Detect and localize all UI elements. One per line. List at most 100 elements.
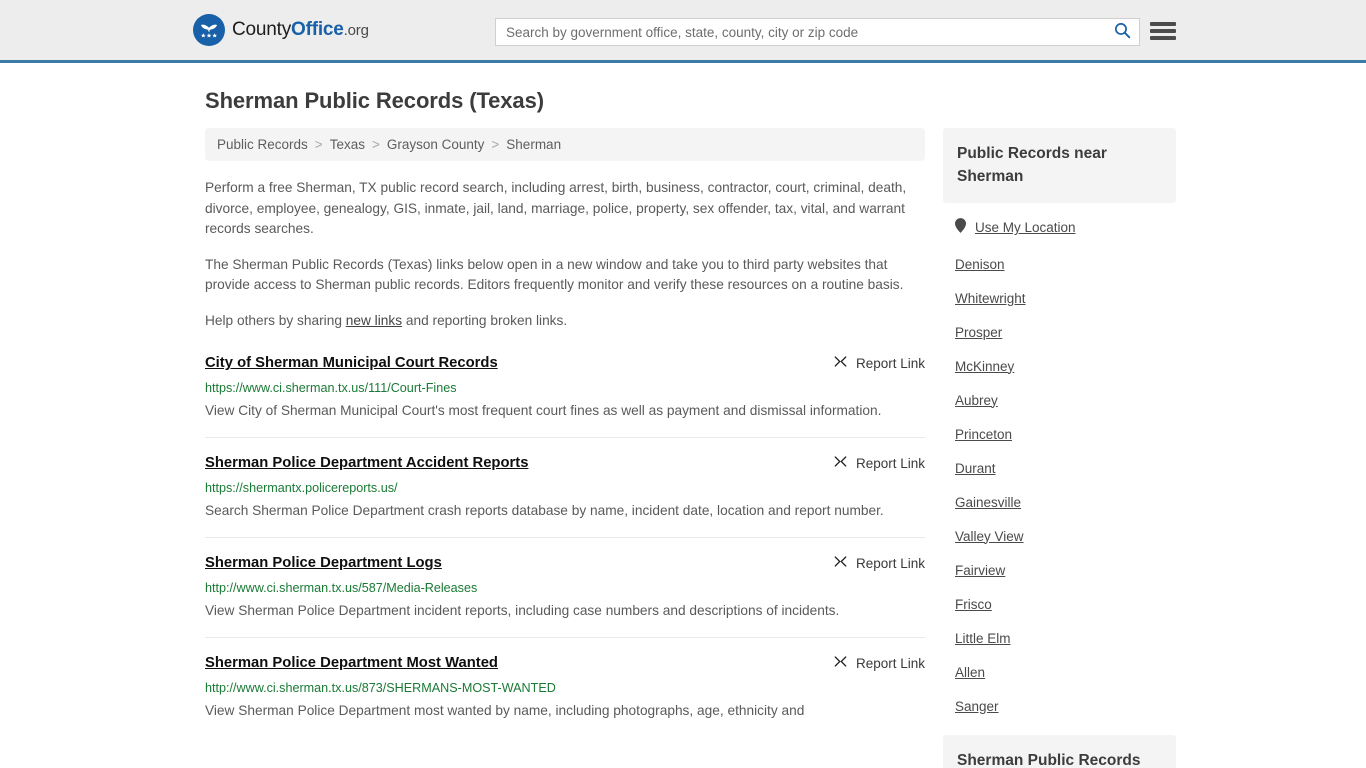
logo-text-org: .org <box>343 22 369 39</box>
sidebar-item-prosper[interactable]: Prosper <box>943 315 1176 349</box>
sidebar-link-label[interactable]: Durant <box>955 461 996 476</box>
result-title-link[interactable]: Sherman Police Department Accident Repor… <box>205 453 528 473</box>
hamburger-menu-icon[interactable] <box>1150 20 1176 42</box>
broken-link-icon <box>833 454 848 472</box>
sidebar-bottom-box-heading: Sherman Public Records <box>943 735 1176 768</box>
sidebar-item-durant[interactable]: Durant <box>943 451 1176 485</box>
report-link-label: Report Link <box>855 455 925 471</box>
page-title: Sherman Public Records (Texas) <box>205 88 544 113</box>
broken-link-icon <box>833 354 848 372</box>
sidebar-nearby-list: Use My Location Denison Whitewright Pros… <box>943 203 1176 723</box>
sidebar-item-princeton[interactable]: Princeton <box>943 417 1176 451</box>
sidebar-item-fairview[interactable]: Fairview <box>943 553 1176 587</box>
help-others-line: Help others by sharing new links and rep… <box>205 311 925 332</box>
result-description: Search Sherman Police Department crash r… <box>205 503 884 518</box>
search-input[interactable] <box>496 19 1105 45</box>
page-container: Sherman Public Records (Texas) Public Re… <box>0 88 1366 768</box>
help-suffix: and reporting broken links. <box>402 312 568 328</box>
result-url[interactable]: http://www.ci.sherman.tx.us/873/SHERMANS… <box>205 680 925 696</box>
map-pin-icon <box>955 217 966 238</box>
hamburger-bar <box>1150 22 1176 26</box>
sidebar-item-allen[interactable]: Allen <box>943 655 1176 689</box>
logo-text: CountyOffice.org <box>232 19 369 41</box>
result-description: View City of Sherman Municipal Court's m… <box>205 403 882 418</box>
sidebar-link-label[interactable]: Gainesville <box>955 495 1021 510</box>
sidebar-link-label[interactable]: Frisco <box>955 597 992 612</box>
result-item: Sherman Police Department Accident Repor… <box>205 453 925 538</box>
result-title-link[interactable]: City of Sherman Municipal Court Records <box>205 353 498 373</box>
search-bar[interactable] <box>495 18 1140 46</box>
report-link-button[interactable]: Report Link <box>833 353 925 372</box>
report-link-label: Report Link <box>855 555 925 571</box>
eagle-shield-icon <box>193 14 225 46</box>
result-url[interactable]: http://www.ci.sherman.tx.us/587/Media-Re… <box>205 580 925 596</box>
sidebar: Public Records near Sherman Use My Locat… <box>943 128 1176 768</box>
sidebar-item-denison[interactable]: Denison <box>943 247 1176 281</box>
report-link-button[interactable]: Report Link <box>833 453 925 472</box>
sidebar-link-label[interactable]: Use My Location <box>975 220 1076 235</box>
result-header: City of Sherman Municipal Court Records … <box>205 353 925 373</box>
new-links-link[interactable]: new links <box>346 313 402 328</box>
help-prefix: Help others by sharing <box>205 312 346 328</box>
result-url[interactable]: https://www.ci.sherman.tx.us/111/Court-F… <box>205 380 925 396</box>
logo-text-office: Office <box>291 19 344 40</box>
search-icon <box>1114 22 1131 42</box>
sidebar-item-aubrey[interactable]: Aubrey <box>943 383 1176 417</box>
result-item: Sherman Police Department Most Wanted Re… <box>205 653 925 737</box>
results-list: City of Sherman Municipal Court Records … <box>205 353 925 737</box>
report-link-button[interactable]: Report Link <box>833 653 925 672</box>
breadcrumb: Public Records > Texas > Grayson County … <box>205 128 925 161</box>
report-link-label: Report Link <box>855 355 925 371</box>
sidebar-link-label[interactable]: Whitewright <box>955 291 1026 306</box>
result-header: Sherman Police Department Most Wanted Re… <box>205 653 925 673</box>
sidebar-item-use-my-location[interactable]: Use My Location <box>943 208 1176 247</box>
broken-link-icon <box>833 554 848 572</box>
sidebar-item-sanger[interactable]: Sanger <box>943 689 1176 723</box>
sidebar-link-label[interactable]: McKinney <box>955 359 1014 374</box>
breadcrumb-separator: > <box>491 137 500 152</box>
result-header: Sherman Police Department Accident Repor… <box>205 453 925 473</box>
result-url[interactable]: https://shermantx.policereports.us/ <box>205 480 925 496</box>
sidebar-item-gainesville[interactable]: Gainesville <box>943 485 1176 519</box>
sidebar-item-whitewright[interactable]: Whitewright <box>943 281 1176 315</box>
result-item: City of Sherman Municipal Court Records … <box>205 353 925 438</box>
logo-text-county: County <box>232 19 292 40</box>
hamburger-bar <box>1150 29 1176 33</box>
search-button[interactable] <box>1105 19 1139 45</box>
sidebar-link-label[interactable]: Fairview <box>955 563 1005 578</box>
broken-link-icon <box>833 654 848 672</box>
result-item: Sherman Police Department Logs Report Li… <box>205 553 925 638</box>
breadcrumb-separator: > <box>371 137 380 152</box>
sidebar-item-valley-view[interactable]: Valley View <box>943 519 1176 553</box>
breadcrumb-item-sherman: Sherman <box>506 137 562 152</box>
sidebar-link-label[interactable]: Denison <box>955 257 1005 272</box>
report-link-label: Report Link <box>855 655 925 671</box>
site-header: CountyOffice.org <box>0 0 1366 63</box>
sidebar-heading: Public Records near Sherman <box>943 128 1176 203</box>
content-columns: Public Records > Texas > Grayson County … <box>205 128 1176 768</box>
sidebar-link-label[interactable]: Allen <box>955 665 985 680</box>
site-logo[interactable]: CountyOffice.org <box>193 14 369 46</box>
hamburger-bar <box>1150 36 1176 40</box>
intro-paragraph-1: Perform a free Sherman, TX public record… <box>205 180 907 236</box>
breadcrumb-item-grayson-county[interactable]: Grayson County <box>387 137 485 152</box>
breadcrumb-separator: > <box>314 137 323 152</box>
sidebar-link-label[interactable]: Aubrey <box>955 393 998 408</box>
result-description: View Sherman Police Department most want… <box>205 703 805 718</box>
result-title-link[interactable]: Sherman Police Department Logs <box>205 553 442 573</box>
sidebar-item-mckinney[interactable]: McKinney <box>943 349 1176 383</box>
intro-paragraph-2: The Sherman Public Records (Texas) links… <box>205 256 904 293</box>
result-title-link[interactable]: Sherman Police Department Most Wanted <box>205 653 498 673</box>
breadcrumb-item-texas[interactable]: Texas <box>330 137 365 152</box>
sidebar-item-frisco[interactable]: Frisco <box>943 587 1176 621</box>
sidebar-link-label[interactable]: Sanger <box>955 699 999 714</box>
sidebar-item-little-elm[interactable]: Little Elm <box>943 621 1176 655</box>
sidebar-link-label[interactable]: Little Elm <box>955 631 1011 646</box>
report-link-button[interactable]: Report Link <box>833 553 925 572</box>
sidebar-link-label[interactable]: Princeton <box>955 427 1012 442</box>
result-header: Sherman Police Department Logs Report Li… <box>205 553 925 573</box>
sidebar-link-label[interactable]: Prosper <box>955 325 1002 340</box>
sidebar-link-label[interactable]: Valley View <box>955 529 1024 544</box>
main-column: Public Records > Texas > Grayson County … <box>205 128 925 768</box>
breadcrumb-item-public-records[interactable]: Public Records <box>217 137 308 152</box>
